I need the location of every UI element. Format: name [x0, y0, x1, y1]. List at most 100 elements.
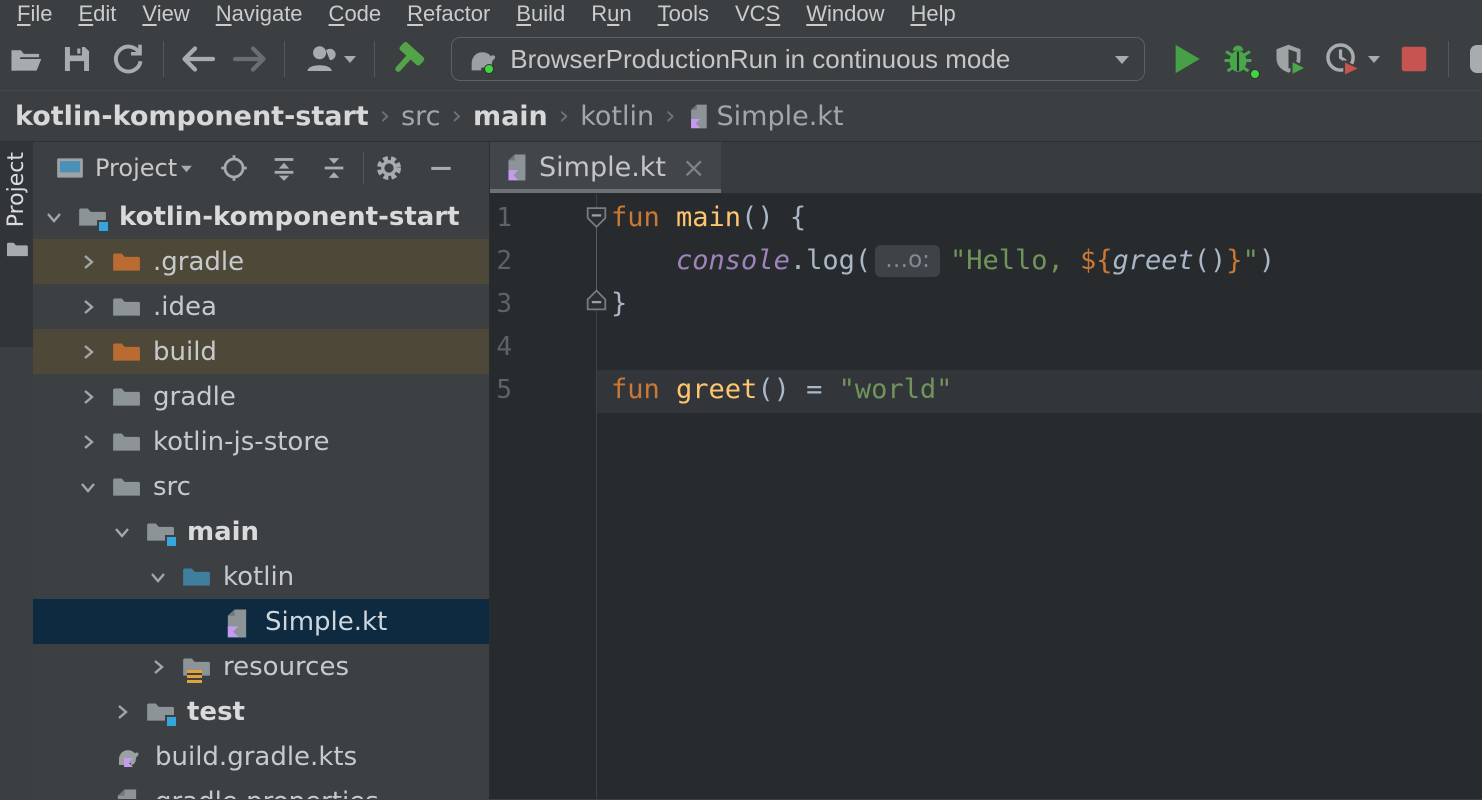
header-separator — [363, 152, 364, 184]
project-panel-title[interactable]: Project — [95, 154, 177, 182]
tree-item-label: kotlin-js-store — [153, 427, 329, 457]
hide-panel-button[interactable] — [422, 149, 460, 187]
close-icon[interactable]: × — [682, 154, 705, 182]
tree-item-src[interactable]: src — [33, 464, 489, 509]
menu-item-edit[interactable]: Edit — [65, 0, 129, 28]
back-button[interactable] — [177, 37, 220, 81]
chevron-right-icon[interactable] — [77, 251, 99, 273]
forward-button[interactable] — [228, 37, 271, 81]
folder-icon — [111, 473, 141, 500]
chevron-down-icon[interactable] — [77, 476, 99, 498]
expand-all-button[interactable] — [265, 149, 303, 187]
save-button[interactable] — [55, 37, 98, 81]
menu-item-file[interactable]: File — [4, 0, 65, 28]
toolbar-separator — [374, 41, 375, 77]
tree-item-resources[interactable]: resources — [33, 644, 489, 689]
bug-icon — [1220, 41, 1256, 77]
profiler-button[interactable] — [1319, 37, 1384, 81]
user-icon — [303, 42, 339, 76]
label-mnemonic: E — [78, 1, 93, 26]
chevron-right-icon[interactable] — [111, 701, 133, 723]
tree-item-label: gradle.properties — [155, 787, 379, 800]
editor-area[interactable]: 1 fun main() { 2 console.log(…o:"Hello, … — [490, 194, 1482, 799]
tree-item-test[interactable]: test — [33, 689, 489, 734]
chevron-down-icon — [343, 54, 357, 64]
tree-item-label: build — [153, 337, 217, 367]
code-line: 1 fun main() { — [490, 196, 1482, 239]
chevron-right-icon[interactable] — [77, 431, 99, 453]
chevron-right-icon[interactable] — [77, 341, 99, 363]
label-part: ile — [30, 1, 52, 26]
code-token: } — [1226, 245, 1242, 276]
project-tool-window-button[interactable]: Project — [0, 142, 33, 347]
excluded-folder-icon — [111, 338, 141, 365]
breadcrumb-project[interactable]: kotlin-komponent-start — [15, 101, 369, 132]
tree-item-gradle[interactable]: gradle — [33, 374, 489, 419]
locate-file-button[interactable] — [215, 149, 253, 187]
save-icon — [60, 42, 94, 76]
label-mnemonic: V — [142, 1, 156, 26]
tree-item-build-gradle-kts[interactable]: build.gradle.kts — [33, 734, 489, 779]
line-number: 2 — [492, 246, 512, 276]
code-token: "Hello, — [950, 245, 1080, 276]
debug-button[interactable] — [1217, 37, 1260, 81]
menu-item-build[interactable]: Build — [503, 0, 578, 28]
menu-item-tools[interactable]: Tools — [645, 0, 722, 28]
menu-item-run[interactable]: Run — [578, 0, 644, 28]
stop-button[interactable] — [1392, 37, 1435, 81]
collapse-all-button[interactable] — [315, 149, 353, 187]
run-with-coverage-button[interactable] — [1268, 37, 1311, 81]
tree-item-main[interactable]: main — [33, 509, 489, 554]
label-mnemonic: F — [17, 1, 30, 26]
menu-item-view[interactable]: View — [129, 0, 202, 28]
chevron-right-icon[interactable] — [77, 386, 99, 408]
menu-item-window[interactable]: Window — [793, 0, 897, 28]
open-button[interactable] — [4, 37, 47, 81]
chevron-down-icon[interactable] — [147, 566, 169, 588]
tree-item-label: .idea — [153, 292, 217, 322]
tree-item-kotlin-js-store[interactable]: kotlin-js-store — [33, 419, 489, 464]
code-token: ${ — [1080, 245, 1113, 276]
tree-item-kotlin-source-root[interactable]: kotlin — [33, 554, 489, 599]
run-configuration-label: BrowserProductionRun in continuous mode — [510, 44, 1010, 75]
tree-item-build[interactable]: build — [33, 329, 489, 374]
kotlin-file-icon — [504, 153, 529, 182]
menu-item-refactor[interactable]: Refactor — [394, 0, 503, 28]
kotlin-file-icon — [223, 608, 253, 635]
status-dot — [1250, 69, 1260, 79]
tree-item-dot-gradle[interactable]: .gradle — [33, 239, 489, 284]
menu-item-help[interactable]: Help — [898, 0, 969, 28]
hammer-icon — [391, 40, 429, 78]
menu-item-code[interactable]: Code — [316, 0, 395, 28]
breadcrumb-main[interactable]: main — [473, 101, 548, 132]
menu-item-vcs[interactable]: VCS — [722, 0, 793, 28]
kotlin-file-icon — [687, 103, 710, 130]
tab-label: Simple.kt — [539, 152, 666, 183]
tab-simple-kt[interactable]: Simple.kt × — [490, 142, 721, 193]
coverage-shield-icon — [1272, 41, 1308, 77]
build-button[interactable] — [388, 37, 431, 81]
breadcrumb-kotlin[interactable]: kotlin — [580, 101, 654, 132]
settings-gear-button[interactable] — [370, 149, 408, 187]
menu-item-navigate[interactable]: Navigate — [203, 0, 316, 28]
gradle-build-file-icon — [113, 743, 143, 770]
tree-item-gradle-properties[interactable]: gradle.properties — [33, 779, 489, 799]
chevron-down-icon[interactable] — [43, 206, 65, 228]
chevron-down-icon[interactable] — [111, 521, 133, 543]
chevron-right-icon[interactable] — [147, 656, 169, 678]
breadcrumb-src[interactable]: src — [401, 101, 440, 132]
profile-selector-button[interactable] — [298, 37, 361, 81]
code-token: fun — [611, 202, 676, 233]
run-configuration-select[interactable]: BrowserProductionRun in continuous mode — [451, 37, 1145, 81]
tree-item-simple-kt[interactable]: Simple.kt — [33, 599, 489, 644]
code-token: () — [1194, 245, 1227, 276]
tree-item-dot-idea[interactable]: .idea — [33, 284, 489, 329]
chevron-down-icon — [1367, 54, 1381, 64]
chevron-right-icon[interactable] — [77, 296, 99, 318]
code-token: () { — [741, 202, 806, 233]
breadcrumb-file[interactable]: Simple.kt — [687, 101, 844, 132]
stop-icon — [1399, 44, 1429, 74]
tree-item-project-root[interactable]: kotlin-komponent-start — [33, 194, 489, 239]
run-button[interactable] — [1165, 37, 1208, 81]
sync-button[interactable] — [106, 37, 149, 81]
